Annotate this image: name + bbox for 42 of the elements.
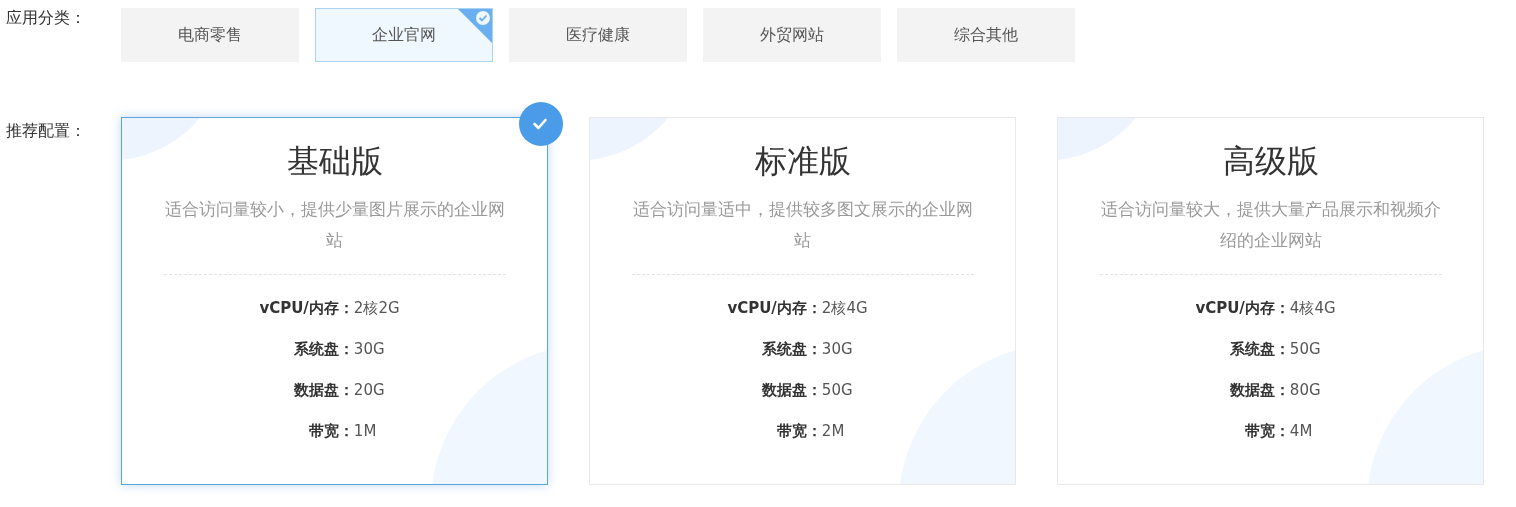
spec-value: 2核4G xyxy=(821,298,868,319)
plan-description: 适合访问量较大，提供大量产品展示和视频介绍的企业网站 xyxy=(1099,198,1442,252)
spec-label: 数据盘： xyxy=(761,380,822,401)
spec-label: 系统盘： xyxy=(761,339,822,360)
spec-value: 50G xyxy=(821,380,853,401)
spec-label: 数据盘： xyxy=(293,380,354,401)
plan-card[interactable]: 标准版 适合访问量适中，提供较多图文展示的企业网站 vCPU/内存：2核4G 系统盘：30G 数据盘：50G 带宽：2M xyxy=(589,117,1016,485)
plan-description: 适合访问量适中，提供较多图文展示的企业网站 xyxy=(631,198,974,252)
spec-value: 80G xyxy=(1289,380,1321,401)
spec-label: 数据盘： xyxy=(1229,380,1290,401)
spec-value: 50G xyxy=(1289,339,1321,360)
spec-value: 2M xyxy=(821,421,845,442)
spec-label: 带宽： xyxy=(308,421,354,442)
check-icon xyxy=(457,9,492,44)
category-tab[interactable]: 企业官网 xyxy=(315,8,493,62)
spec-value: 2核2G xyxy=(353,298,400,319)
spec-value: 4核4G xyxy=(1289,298,1336,319)
category-tab[interactable]: 综合其他 xyxy=(897,8,1075,62)
plan-title: 高级版 xyxy=(1222,141,1319,182)
plan-title: 标准版 xyxy=(754,141,851,182)
plan-card[interactable]: 基础版 适合访问量较小，提供少量图片展示的企业网站 vCPU/内存：2核2G 系统盘：30G 数据盘：20G 带宽：1M xyxy=(121,117,548,485)
spec-value: 30G xyxy=(353,339,385,360)
spec-label: 系统盘： xyxy=(293,339,354,360)
spec-label: vCPU/内存： xyxy=(727,298,822,319)
category-tab[interactable]: 医疗健康 xyxy=(509,8,687,62)
spec-value: 1M xyxy=(353,421,377,442)
category-tab[interactable]: 外贸网站 xyxy=(703,8,881,62)
spec-label: 带宽： xyxy=(776,421,822,442)
spec-label: 系统盘： xyxy=(1229,339,1290,360)
spec-label: 带宽： xyxy=(1244,421,1290,442)
spec-value: 30G xyxy=(821,339,853,360)
plan-title: 基础版 xyxy=(286,141,383,182)
check-icon xyxy=(519,102,563,146)
plan-description: 适合访问量较小，提供少量图片展示的企业网站 xyxy=(163,198,506,252)
spec-label: vCPU/内存： xyxy=(1195,298,1290,319)
category-tab[interactable]: 电商零售 xyxy=(121,8,299,62)
spec-label: vCPU/内存： xyxy=(259,298,354,319)
spec-value: 4M xyxy=(1289,421,1313,442)
field-label: 应用分类： xyxy=(5,8,87,29)
spec-value: 20G xyxy=(353,380,385,401)
plan-card[interactable]: 高级版 适合访问量较大，提供大量产品展示和视频介绍的企业网站 vCPU/内存：4核4G 系统盘：50G 数据盘：80G 带宽：4M xyxy=(1057,117,1484,485)
field-label: 推荐配置： xyxy=(5,121,87,142)
